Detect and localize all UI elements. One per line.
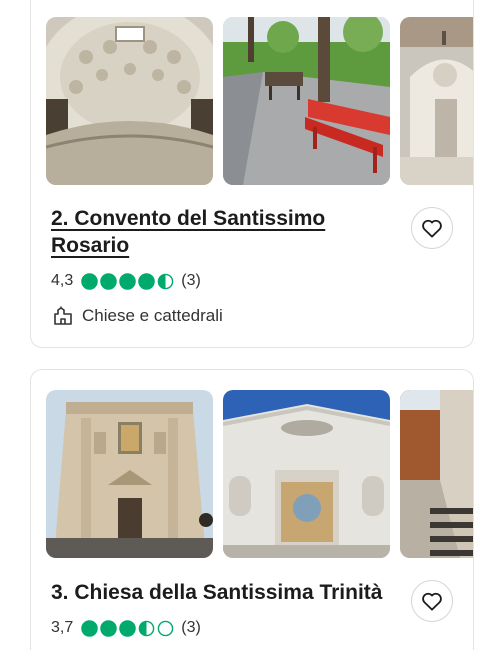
rating-value: 4,3 [51,272,74,289]
save-button[interactable] [411,580,453,622]
heart-icon [422,592,442,611]
photo-carousel[interactable] [46,390,473,560]
dome-ceiling-photo[interactable] [46,17,213,185]
church-front-photo[interactable] [46,390,213,558]
bubble-full-icon [100,272,118,290]
bubble-full-icon [119,272,137,290]
garden-bench-photo[interactable] [223,17,390,185]
category-row: Chiese e cattedrali [53,305,223,327]
bubble-empty-icon [157,620,174,636]
bubble-full-icon [81,619,99,637]
bubble-full-icon [100,619,118,637]
listing-title[interactable]: 3. Chiesa della Santissima Trinità [51,579,391,606]
save-button[interactable] [411,207,453,249]
listing-card[interactable]: 3. Chiesa della Santissima Trinità 3,7 (… [30,369,474,650]
bubble-half-icon [157,273,174,289]
stone-stairs-photo[interactable] [400,390,473,558]
bubble-full-icon [81,272,99,290]
review-count[interactable]: (3) [181,272,201,290]
rating-bubbles [81,619,174,637]
church-mosaic-photo[interactable] [223,390,390,558]
review-count[interactable]: (3) [181,619,201,637]
church-facade-photo[interactable] [400,17,473,185]
bubble-half-icon [138,620,155,636]
rating-row: 3,7 (3) [51,617,201,639]
landmark-icon [54,306,72,325]
rating-value: 3,7 [51,619,74,636]
rating-bubbles [81,272,174,290]
listing-title[interactable]: 2. Convento del Santissimo Rosario [51,205,351,259]
bubble-full-icon [119,619,137,637]
rating-row: 4,3 (3) [51,270,201,292]
category-label: Chiese e cattedrali [82,306,223,325]
bubble-full-icon [138,272,156,290]
listing-card[interactable]: 2. Convento del Santissimo Rosario 4,3 (… [30,0,474,348]
heart-icon [422,219,442,238]
photo-carousel[interactable] [46,17,473,187]
